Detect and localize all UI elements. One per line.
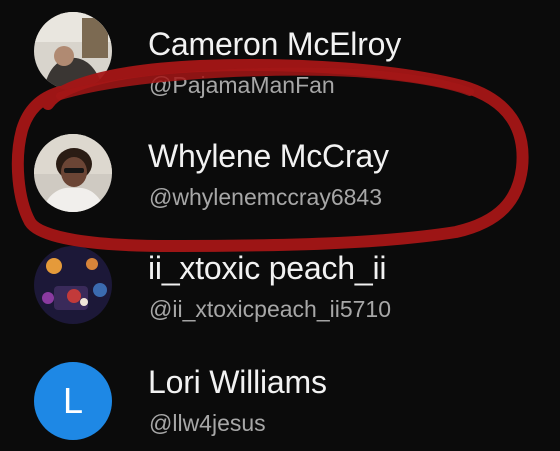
list-item[interactable]: L Lori Williams @llw4jesus — [0, 336, 560, 448]
avatar-initial: L — [62, 380, 84, 421]
user-name: Cameron McElroy — [148, 26, 402, 62]
avatar — [34, 134, 112, 212]
user-handle: @whylenemccray6843 — [149, 184, 383, 210]
user-name: Whylene McCray — [148, 138, 389, 174]
avatar — [34, 246, 112, 324]
list-item[interactable]: Whylene McCray @whylenemccray6843 — [0, 112, 560, 224]
user-handle: @PajamaManFan — [149, 72, 335, 98]
user-list: Cameron McElroy @PajamaManFan Whylene Mc… — [0, 0, 560, 451]
user-handle: @llw4jesus — [149, 410, 266, 436]
avatar: L — [34, 362, 112, 440]
avatar — [34, 12, 112, 90]
list-item[interactable]: ii_xtoxic peach_ii @ii_xtoxicpeach_ii571… — [0, 224, 560, 336]
user-name: Lori Williams — [148, 364, 327, 400]
list-item[interactable]: Cameron McElroy @PajamaManFan — [0, 0, 560, 112]
user-handle: @ii_xtoxicpeach_ii5710 — [149, 296, 391, 322]
user-name: ii_xtoxic peach_ii — [148, 250, 387, 286]
